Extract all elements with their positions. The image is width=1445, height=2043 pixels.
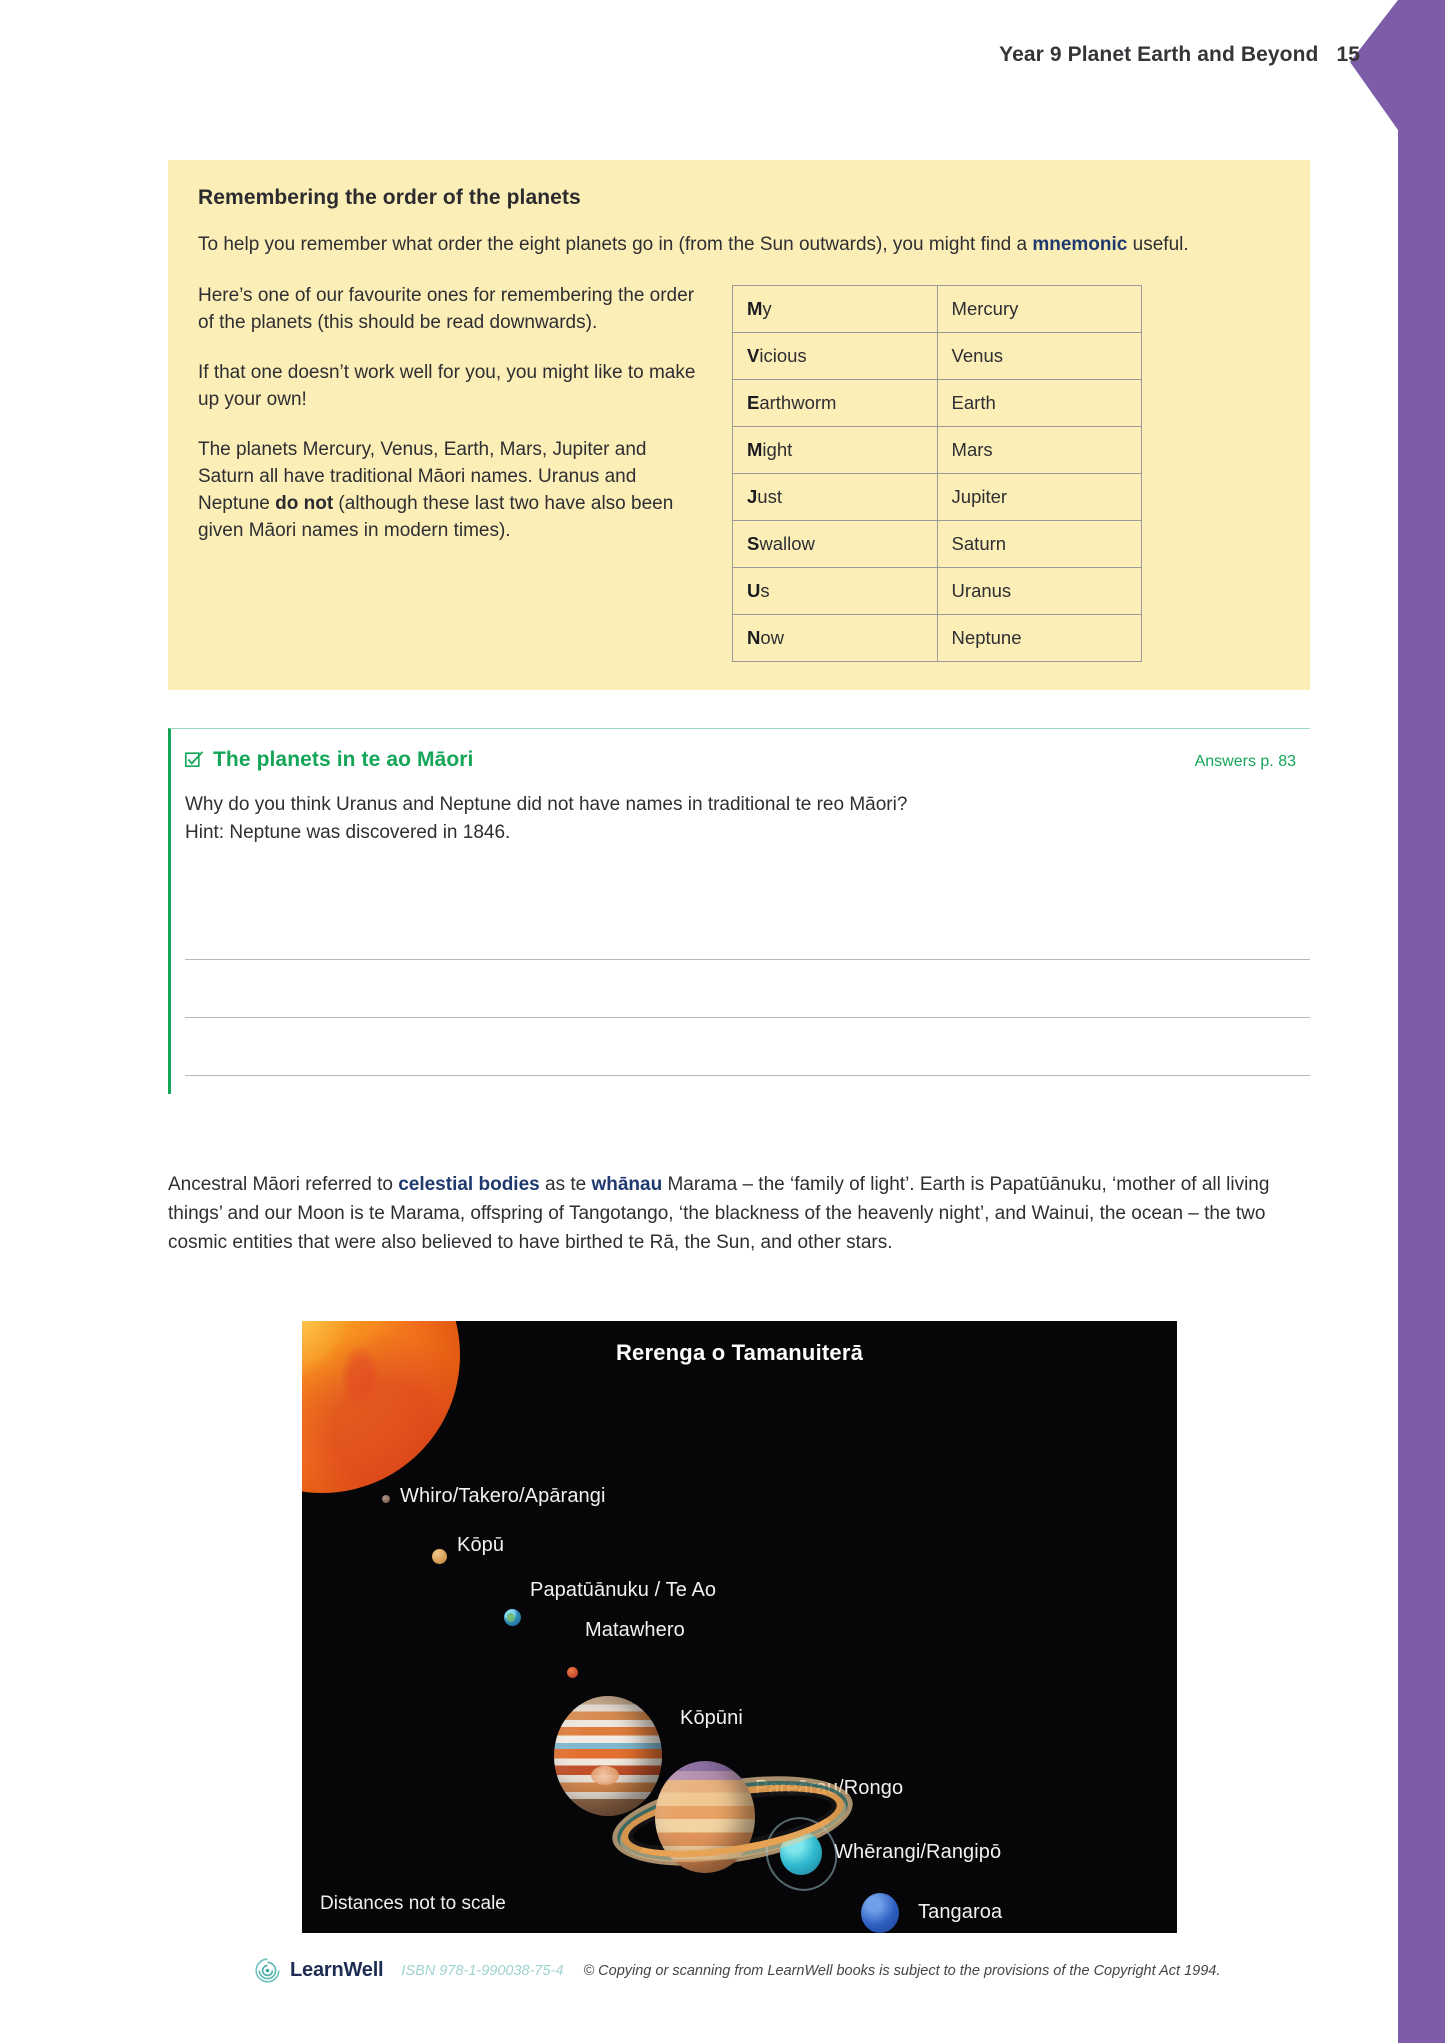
activity-panel: The planets in te ao Māori Answers p. 83…	[168, 728, 1310, 1095]
para-segment-2: as te	[539, 1174, 592, 1195]
table-row: My Mercury	[732, 284, 1143, 333]
running-header: Year 9 Planet Earth and Beyond 15	[0, 43, 1360, 67]
table-row: Swallow Saturn	[732, 519, 1143, 568]
mnemonic-initial: U	[747, 579, 761, 601]
ancestral-maori-paragraph: Ancestral Māori referred to celestial bo…	[168, 1171, 1313, 1258]
mercury-planet-icon	[382, 1495, 390, 1503]
earth-planet-icon	[504, 1609, 521, 1626]
panel-paragraph-2: If that one doesn’t work well for you, y…	[198, 361, 696, 410]
jupiter-planet-icon	[554, 1696, 662, 1816]
mnemonic-initial: M	[747, 297, 763, 319]
mnemonic-initial: E	[747, 391, 760, 413]
answer-line[interactable]	[185, 902, 1310, 961]
table-row: Might Mars	[732, 425, 1143, 474]
planet-name-cell: Earth	[936, 378, 1143, 427]
panel-heading: Remembering the order of the planets	[198, 186, 581, 209]
answer-line[interactable]	[185, 1018, 1310, 1077]
panel-intro-paragraph: To help you remember what order the eigh…	[198, 232, 1280, 259]
term-mnemonic: mnemonic	[1032, 234, 1128, 255]
term-celestial-bodies: celestial bodies	[398, 1174, 540, 1195]
mnemonic-word-cell: Now	[732, 613, 938, 662]
learnwell-brand-text: LearnWell	[290, 1959, 384, 1981]
term-whanau: whānau	[591, 1174, 663, 1195]
jupiter-label: Kōpūni	[680, 1707, 743, 1729]
jupiter-great-red-spot	[590, 1765, 619, 1785]
mnemonic-remainder: s	[760, 579, 770, 601]
page-footer: LearnWell ISBN 978-1-990038-75-4 © Copyi…	[255, 1958, 1295, 1983]
mnemonic-initial: M	[747, 438, 763, 460]
mnemonic-remainder: ust	[757, 485, 782, 507]
isbn-text: ISBN 978-1-990038-75-4	[401, 1962, 564, 1979]
mars-planet-icon	[567, 1667, 578, 1678]
intro-text-before: To help you remember what order the eigh…	[198, 234, 1033, 255]
mnemonic-remainder: ow	[760, 626, 785, 648]
table-row: Earthworm Earth	[732, 378, 1143, 427]
neptune-planet-icon	[861, 1893, 899, 1933]
table-row: Vicious Venus	[732, 331, 1143, 380]
header-title: Year 9 Planet Earth and Beyond	[999, 43, 1319, 66]
page-number: 15	[1336, 43, 1360, 66]
mnemonic-table: My Mercury Vicious Venus Earthworm Earth…	[732, 284, 1143, 662]
activity-title: The planets in te ao Māori	[213, 748, 474, 771]
answers-reference: Answers p. 83	[1194, 753, 1296, 770]
planet-name-cell: Uranus	[936, 566, 1143, 615]
mnemonic-word-cell: Us	[732, 566, 938, 615]
solar-system-diagram: Rerenga o Tamanuiterā Whiro/Takero/Apāra…	[302, 1321, 1177, 1933]
mnemonic-word-cell: Just	[732, 472, 938, 521]
table-row: Us Uranus	[732, 566, 1143, 615]
table-row: Now Neptune	[732, 613, 1143, 662]
mnemonic-initial: V	[747, 344, 760, 366]
panel-columns: Here’s one of our favourite ones for rem…	[198, 283, 1280, 662]
scale-disclaimer: Distances not to scale	[320, 1893, 506, 1914]
earth-label: Papatūānuku / Te Ao	[530, 1579, 717, 1601]
neptune-label: Tangaroa	[918, 1901, 1003, 1923]
term-do-not: do not	[275, 492, 334, 514]
intro-text-after: useful.	[1127, 234, 1189, 255]
answer-line[interactable]	[185, 960, 1310, 1019]
checkbox-tick-icon	[185, 750, 204, 769]
mercury-label: Whiro/Takero/Apārangi	[400, 1485, 606, 1507]
planet-name-cell: Mars	[936, 425, 1143, 474]
mnemonic-remainder: wallow	[759, 532, 815, 554]
question-hint-line: Hint: Neptune was discovered in 1846.	[185, 821, 511, 843]
venus-label: Kōpū	[457, 1534, 505, 1556]
mnemonic-word-cell: Might	[732, 425, 938, 474]
mnemonic-table-body: My Mercury Vicious Venus Earthworm Earth…	[732, 284, 1143, 662]
planet-name-cell: Venus	[936, 331, 1143, 380]
mnemonic-initial: N	[747, 626, 761, 648]
mnemonic-remainder: icious	[759, 344, 807, 366]
panel-paragraph-3: The planets Mercury, Venus, Earth, Mars,…	[198, 437, 698, 545]
planet-name-cell: Jupiter	[936, 472, 1143, 521]
koru-spiral-icon	[255, 1958, 280, 1983]
mnemonic-remainder: ight	[762, 438, 793, 460]
mnemonic-initial: S	[747, 532, 760, 554]
uranus-label: Whērangi/Rangipō	[834, 1841, 1002, 1863]
para-segment-1: Ancestral Māori referred to	[168, 1174, 399, 1195]
planet-name-cell: Mercury	[936, 284, 1143, 333]
activity-header: The planets in te ao Māori Answers p. 83	[171, 741, 1310, 772]
answer-writing-area[interactable]	[185, 902, 1310, 1077]
mnemonic-word-cell: My	[732, 284, 938, 333]
remembering-planets-panel: Remembering the order of the planets To …	[168, 160, 1310, 690]
venus-planet-icon	[432, 1549, 447, 1564]
purple-edge-bar	[1398, 0, 1445, 2043]
copyright-notice: © Copying or scanning from LearnWell boo…	[583, 1962, 1221, 1979]
mnemonic-remainder: arthworm	[759, 391, 837, 413]
panel-paragraph-1: Here’s one of our favourite ones for rem…	[198, 284, 695, 333]
planet-name-cell: Saturn	[936, 519, 1143, 568]
mnemonic-remainder: y	[762, 297, 772, 319]
mars-label: Matawhero	[585, 1619, 685, 1641]
table-row: Just Jupiter	[732, 472, 1143, 521]
activity-question: Why do you think Uranus and Neptune did …	[185, 791, 1310, 846]
mnemonic-word-cell: Earthworm	[732, 378, 938, 427]
diagram-title: Rerenga o Tamanuiterā	[615, 1340, 864, 1365]
mnemonic-initial: J	[747, 485, 758, 507]
panel-left-column: Here’s one of our favourite ones for rem…	[198, 283, 698, 545]
mnemonic-word-cell: Swallow	[732, 519, 938, 568]
mnemonic-word-cell: Vicious	[732, 331, 938, 380]
question-line-1: Why do you think Uranus and Neptune did …	[185, 794, 908, 815]
planet-name-cell: Neptune	[936, 613, 1143, 662]
